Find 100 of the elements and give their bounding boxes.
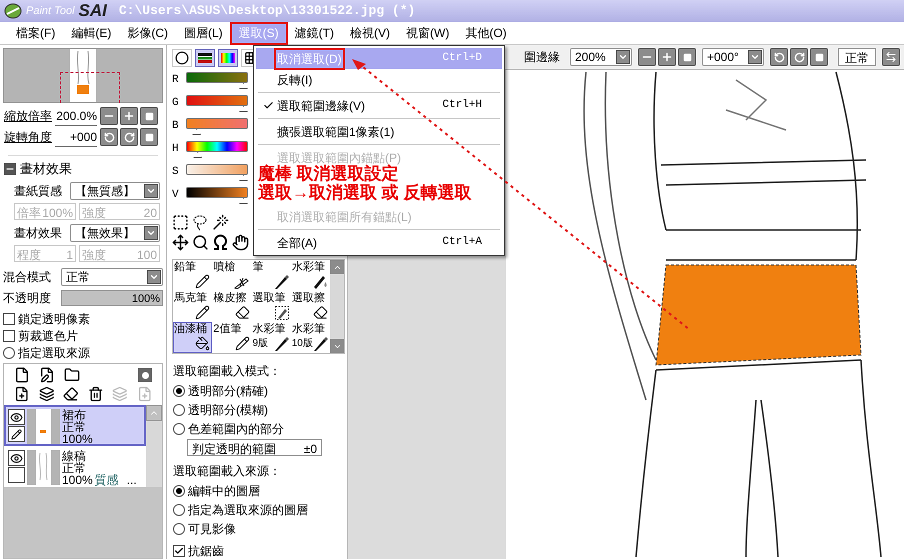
layer-row[interactable]: 線稿 正常 100% 質感 ...: [4, 446, 146, 487]
edit-toggle[interactable]: [8, 467, 25, 483]
layer-row[interactable]: 裙布 正常 100%: [4, 405, 146, 446]
opacity-slider[interactable]: 100%: [61, 290, 163, 306]
menu-item[interactable]: 影像(C): [120, 24, 175, 42]
brush-slot[interactable]: 選取擦: [290, 291, 330, 322]
menu-option[interactable]: 擴張選取範圍1像素(1): [256, 121, 502, 142]
brush-slot[interactable]: 筆: [252, 260, 291, 291]
reset-rotation-button[interactable]: [140, 128, 158, 146]
brush-slot[interactable]: 噴槍: [212, 260, 252, 291]
brush-icon: [274, 337, 289, 351]
blend-mode-field[interactable]: 正常: [838, 48, 876, 66]
menu-item[interactable]: 檔案(F): [9, 24, 62, 42]
new-layer-icon[interactable]: [14, 367, 30, 383]
menu-item[interactable]: 編輯(E): [64, 24, 118, 42]
texture-dropdown[interactable]: 【無效果】: [70, 224, 160, 242]
radio-button[interactable]: [173, 384, 185, 396]
rotate-right-button[interactable]: [120, 128, 138, 146]
color-slider[interactable]: [186, 118, 248, 135]
color-slider[interactable]: [186, 164, 248, 181]
square-icon: [144, 112, 154, 120]
brush-slot[interactable]: 馬克筆: [173, 291, 212, 322]
menu-item[interactable]: 濾鏡(T): [288, 24, 341, 42]
layers-icon[interactable]: [38, 386, 54, 402]
delete-icon[interactable]: [88, 386, 103, 402]
mask-icon[interactable]: [138, 368, 152, 382]
section-title: 選取範圍載入來源：: [173, 463, 282, 480]
visibility-toggle[interactable]: [8, 450, 25, 466]
blend-mode-dropdown[interactable]: 正常: [61, 268, 163, 286]
rectangle-select-icon[interactable]: [172, 214, 189, 231]
rotate-right-button[interactable]: [790, 48, 808, 66]
copy-layer-icon[interactable]: [14, 386, 30, 402]
collapse-icon[interactable]: [4, 163, 16, 175]
radio-button[interactable]: [173, 422, 185, 434]
lasso-icon[interactable]: [192, 214, 209, 231]
zoom-out-button[interactable]: [100, 107, 118, 125]
circle-icon: [175, 51, 189, 65]
brush-slot[interactable]: 2值筆: [212, 322, 252, 353]
visibility-toggle[interactable]: [8, 409, 25, 425]
radio-button[interactable]: [3, 346, 15, 358]
menu-item[interactable]: 檢視(V): [343, 24, 397, 42]
checkbox[interactable]: [173, 544, 185, 556]
menu-item[interactable]: 圖層(L): [177, 24, 230, 42]
rotation-dropdown[interactable]: +000°: [702, 48, 764, 66]
menu-option[interactable]: 反轉(I): [256, 69, 502, 90]
folder-icon[interactable]: [64, 367, 80, 383]
color-slider[interactable]: [186, 141, 248, 158]
layer-mode: 正常: [62, 421, 87, 433]
omega-icon[interactable]: [212, 234, 229, 251]
color-mode-button[interactable]: [218, 49, 238, 67]
brush-slot[interactable]: 選取筆: [252, 291, 291, 322]
zoom-dropdown[interactable]: 200%: [570, 48, 632, 66]
zoom-out-button[interactable]: [638, 48, 656, 66]
menu-item[interactable]: 其他(O): [458, 24, 514, 42]
hand-icon[interactable]: [232, 234, 249, 251]
flip-button[interactable]: [882, 48, 900, 66]
channel-label: S: [172, 165, 180, 180]
brush-slot[interactable]: 橡皮擦: [212, 291, 252, 322]
brush-slot[interactable]: 水彩筆: [290, 260, 330, 291]
brush-slot[interactable]: 油漆桶: [173, 322, 212, 353]
scrollbar[interactable]: [146, 405, 162, 487]
eraser-icon[interactable]: [63, 386, 78, 402]
texture-dropdown[interactable]: 【無質感】: [70, 182, 160, 200]
color-slider[interactable]: [186, 95, 248, 112]
zoom-value: 200.0%: [55, 106, 97, 126]
search-icon[interactable]: [192, 234, 209, 251]
zoom-in-button[interactable]: [658, 48, 676, 66]
square-icon: [144, 132, 154, 142]
reset-zoom-button[interactable]: [140, 107, 158, 125]
color-mode-button[interactable]: [172, 49, 192, 67]
scrollbar[interactable]: [330, 260, 344, 353]
pencil-icon: [11, 428, 22, 440]
radio-button[interactable]: [173, 484, 185, 496]
color-slider[interactable]: [186, 72, 248, 89]
menu-option[interactable]: 選取範圍邊緣(V) Ctrl+H: [256, 95, 502, 116]
color-slider[interactable]: [186, 187, 248, 204]
brush-slot[interactable]: 水彩筆 10版: [290, 322, 330, 353]
brush-slot[interactable]: 水彩筆 9版: [252, 322, 291, 353]
radio-button[interactable]: [173, 404, 185, 416]
reset-rotation-button[interactable]: [810, 48, 828, 66]
annotation-text: 魔棒 取消選取設定: [258, 164, 399, 183]
magic-wand-icon[interactable]: [212, 214, 229, 231]
menu-item[interactable]: 視窗(W): [399, 24, 456, 42]
move-icon[interactable]: [172, 234, 189, 251]
brush-slot[interactable]: 鉛筆: [173, 260, 212, 291]
radio-button[interactable]: [173, 522, 185, 534]
radio-button[interactable]: [173, 504, 185, 516]
rotate-left-button[interactable]: [100, 128, 118, 146]
range-field[interactable]: 判定透明的範圍 ±0: [187, 439, 322, 456]
color-mode-button[interactable]: [195, 49, 215, 67]
rgb-bars-icon: [198, 53, 212, 63]
checkbox[interactable]: [3, 330, 15, 342]
new-vector-layer-icon[interactable]: [39, 367, 55, 383]
checkbox[interactable]: [3, 312, 15, 324]
zoom-in-button[interactable]: [120, 107, 138, 125]
menu-option[interactable]: 全部(A) Ctrl+A: [256, 232, 502, 253]
edit-toggle[interactable]: [8, 426, 25, 442]
brush-icon: [274, 275, 289, 289]
rotate-left-button[interactable]: [770, 48, 788, 66]
reset-zoom-button[interactable]: [678, 48, 696, 66]
